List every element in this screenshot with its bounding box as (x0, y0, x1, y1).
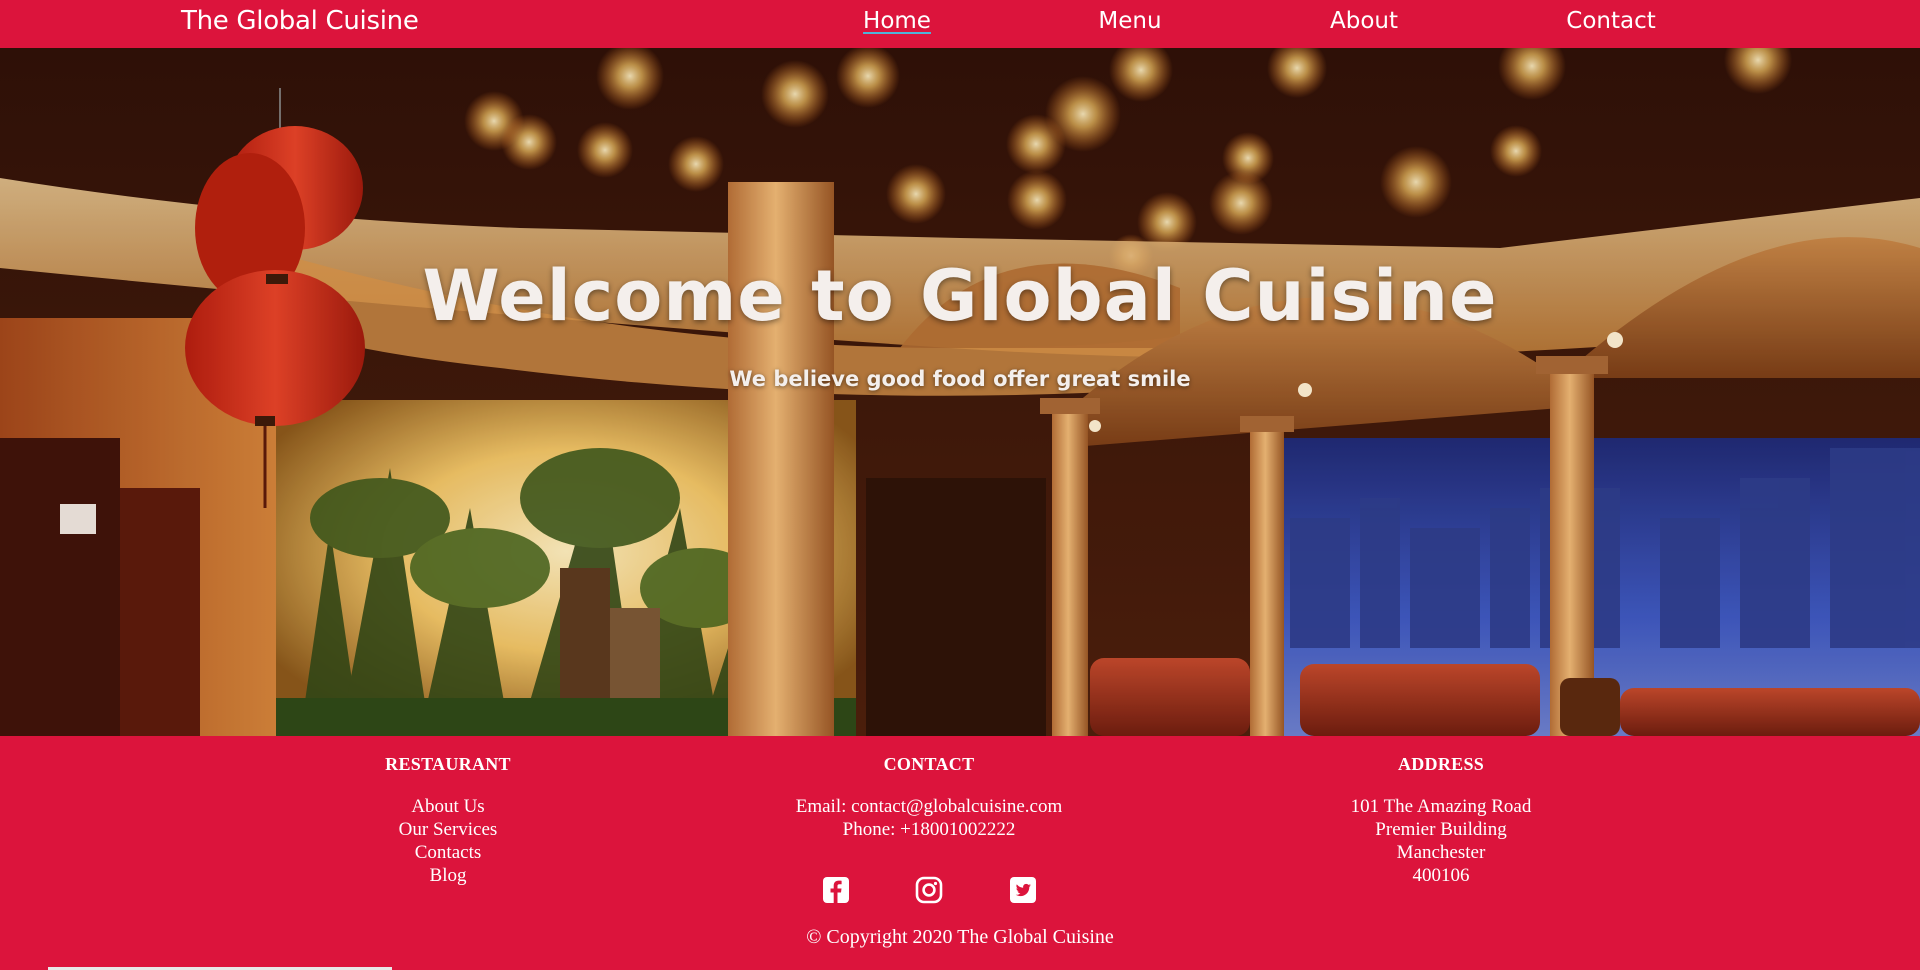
copyright-text: © Copyright 2020 The Global Cuisine (806, 926, 1114, 948)
address-line-postcode: 400106 (1412, 865, 1470, 886)
footer-contact-column: CONTACT Email: contact@globalcuisine.com… (719, 753, 1139, 904)
nav-link-menu[interactable]: Menu (1098, 8, 1161, 34)
hero-banner: Welcome to Global Cuisine We believe goo… (0, 48, 1920, 736)
footer-link-blog[interactable]: Blog (268, 864, 628, 887)
footer-link-our-services[interactable]: Our Services (268, 818, 628, 841)
footer-address-heading: ADDRESS (1397, 754, 1485, 774)
social-links (719, 876, 1139, 906)
nav-link-about[interactable]: About (1330, 8, 1398, 34)
footer-email: Email: contact@globalcuisine.com (795, 796, 1063, 817)
facebook-icon[interactable] (822, 876, 850, 904)
footer-restaurant-column: RESTAURANT About Us Our Services Contact… (268, 753, 628, 887)
footer-link-contacts[interactable]: Contacts (268, 841, 628, 864)
footer-address-column: ADDRESS 101 The Amazing Road Premier Bui… (1261, 753, 1621, 887)
hero-background-image (0, 48, 1920, 736)
footer-restaurant-heading: RESTAURANT (385, 754, 511, 774)
footer-contact-heading: CONTACT (883, 754, 975, 774)
footer-link-about-us[interactable]: About Us (268, 795, 628, 818)
navbar: The Global Cuisine Home Menu About Conta… (0, 0, 1920, 48)
footer: RESTAURANT About Us Our Services Contact… (0, 736, 1920, 970)
twitter-icon[interactable] (1009, 876, 1037, 904)
footer-phone: Phone: +18001002222 (842, 819, 1016, 840)
address-line-city: Manchester (1396, 842, 1486, 863)
hero-subtitle: We believe good food offer great smile (729, 367, 1191, 391)
nav-link-contact[interactable]: Contact (1566, 8, 1655, 34)
brand-logo-link[interactable]: The Global Cuisine (181, 6, 419, 36)
hero-title: Welcome to Global Cuisine (422, 255, 1498, 337)
instagram-icon[interactable] (915, 876, 943, 904)
address-line-street: 101 The Amazing Road (1350, 796, 1532, 817)
address-line-building: Premier Building (1375, 819, 1507, 840)
nav-link-home[interactable]: Home (863, 8, 931, 34)
